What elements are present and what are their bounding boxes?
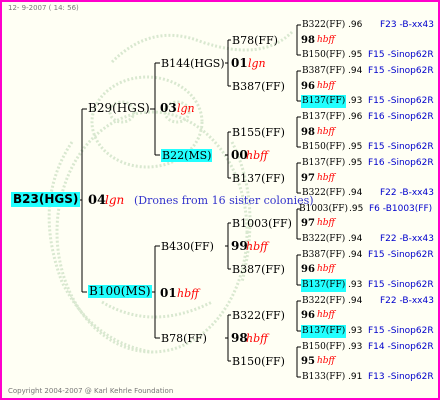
footer-copyright: Copyright 2004-2007 @ Karl Kehrle Founda… [8,387,174,395]
gen4-score: .95 [348,142,363,152]
gen4-score: .94 [348,188,363,198]
gen4-ref: F15 -Sinop62R [368,326,434,336]
gen3-year: 97 [301,173,315,184]
gen3-year: 98 [301,127,315,138]
gen4-score: .94 [348,234,363,244]
gen2-code: lgn [248,57,266,70]
root-code: lgn [105,193,125,207]
gen1-bottom-code: hbff [177,287,199,300]
gen4-queen[interactable]: B150(FF) [302,141,345,154]
gen4-queen[interactable]: B137(FF) [301,325,347,338]
gen3-queen[interactable]: B155(FF) [232,126,285,139]
gen3-year: 97 [301,218,315,229]
gen4-ref: F15 -Sinop62R [368,250,434,260]
gen4-queen[interactable]: B322(FF) [302,19,345,32]
gen4-queen[interactable]: B322(FF) [302,187,345,200]
gen3-code: hbff [317,310,335,320]
gen4-score: .93 [348,96,363,106]
gen4-ref: F22 -B-xx43 [380,234,434,244]
gen2-queen[interactable]: B78(FF) [161,332,207,345]
gen1-bottom-queen[interactable]: B100(MS) [88,285,152,298]
gen3-code: hbff [317,173,335,183]
gen4-score: .95 [349,204,364,214]
gen4-score: .96 [348,112,363,122]
gen4-ref: F15 -Sinop62R [368,66,434,76]
gen4-score: .93 [348,342,363,352]
root-queen[interactable]: B23(HGS) [11,192,81,207]
gen3-code: hbff [317,81,335,91]
gen2-code: hbff [246,149,268,162]
gen4-queen[interactable]: B133(FF) [302,371,345,384]
gen3-queen[interactable]: B322(FF) [232,309,285,322]
gen4-ref: F6 -B1003(FF) [369,204,433,214]
gen4-queen[interactable]: B150(FF) [302,49,345,62]
gen4-queen[interactable]: B137(FF) [302,111,345,124]
gen4-score: .93 [348,280,363,290]
gen3-code: hbff [317,127,335,137]
drones-note: (Drones from 16 sister colonies) [134,194,314,207]
gen2-queen[interactable]: B430(FF) [161,240,214,253]
gen3-code: hbff [317,356,335,366]
gen4-queen[interactable]: B137(FF) [301,95,347,108]
gen3-queen[interactable]: B387(FF) [232,80,285,93]
gen3-year: 96 [301,81,315,92]
gen4-ref: F16 -Sinop62R [368,158,434,168]
header-date: 12- 9-2007 ( 14: 56) [8,4,79,12]
gen3-queen[interactable]: B1003(FF) [232,217,292,230]
root-year: 04 [88,193,107,208]
gen3-code: hbff [317,218,335,228]
gen4-queen[interactable]: B137(FF) [302,157,345,170]
gen3-code: hbff [317,35,335,45]
gen4-score: .94 [348,66,363,76]
pedigree-frame: 12- 9-2007 ( 14: 56) B23(HGS) 04 lgn (Dr… [0,0,440,400]
gen3-queen[interactable]: B78(FF) [232,34,278,47]
gen1-top-queen[interactable]: B29(HGS) [88,102,150,115]
gen4-queen[interactable]: B137(FF) [301,279,347,292]
gen2-year: 01 [231,56,248,70]
gen4-queen[interactable]: B387(FF) [302,249,345,262]
gen4-ref: F15 -Sinop62R [368,50,434,60]
gen4-ref: F15 -Sinop62R [368,280,434,290]
gen3-year: 96 [301,264,315,275]
gen4-score: .91 [348,372,363,382]
gen2-code: hbff [246,332,268,345]
gen4-ref: F16 -Sinop62R [368,112,434,122]
gen4-ref: F15 -Sinop62R [368,142,434,152]
gen4-ref: F15 -Sinop62R [368,96,434,106]
gen4-queen[interactable]: B322(FF) [302,295,345,308]
gen4-score: .96 [348,20,363,30]
gen4-ref: F22 -B-xx43 [380,296,434,306]
gen4-queen[interactable]: B322(FF) [302,233,345,246]
gen4-queen[interactable]: B387(FF) [302,65,345,78]
gen4-score: .95 [348,50,363,60]
gen4-ref: F22 -B-xx43 [380,188,434,198]
gen4-score: .94 [348,296,363,306]
gen3-queen[interactable]: B137(FF) [232,172,285,185]
gen4-ref: F13 -Sinop62R [368,372,434,382]
gen4-score: .94 [348,250,363,260]
gen2-queen[interactable]: B144(HGS) [161,57,225,70]
gen4-ref: F23 -B-xx43 [380,20,434,30]
gen3-year: 98 [301,35,315,46]
gen4-score: .95 [348,158,363,168]
gen4-queen[interactable]: B1003(FF) [299,203,348,216]
gen2-code: hbff [246,240,268,253]
gen3-queen[interactable]: B150(FF) [232,355,285,368]
gen1-top-year: 03 [160,101,177,115]
gen3-year: 95 [301,356,315,367]
gen4-ref: F14 -Sinop62R [368,342,434,352]
gen3-code: hbff [317,264,335,274]
gen3-queen[interactable]: B387(FF) [232,263,285,276]
gen4-score: .93 [348,326,363,336]
gen4-queen[interactable]: B150(FF) [302,341,345,354]
gen1-top-code: lgn [177,102,195,115]
gen2-queen[interactable]: B22(MS) [161,149,213,162]
gen3-year: 96 [301,310,315,321]
gen1-bottom-year: 01 [160,286,177,300]
